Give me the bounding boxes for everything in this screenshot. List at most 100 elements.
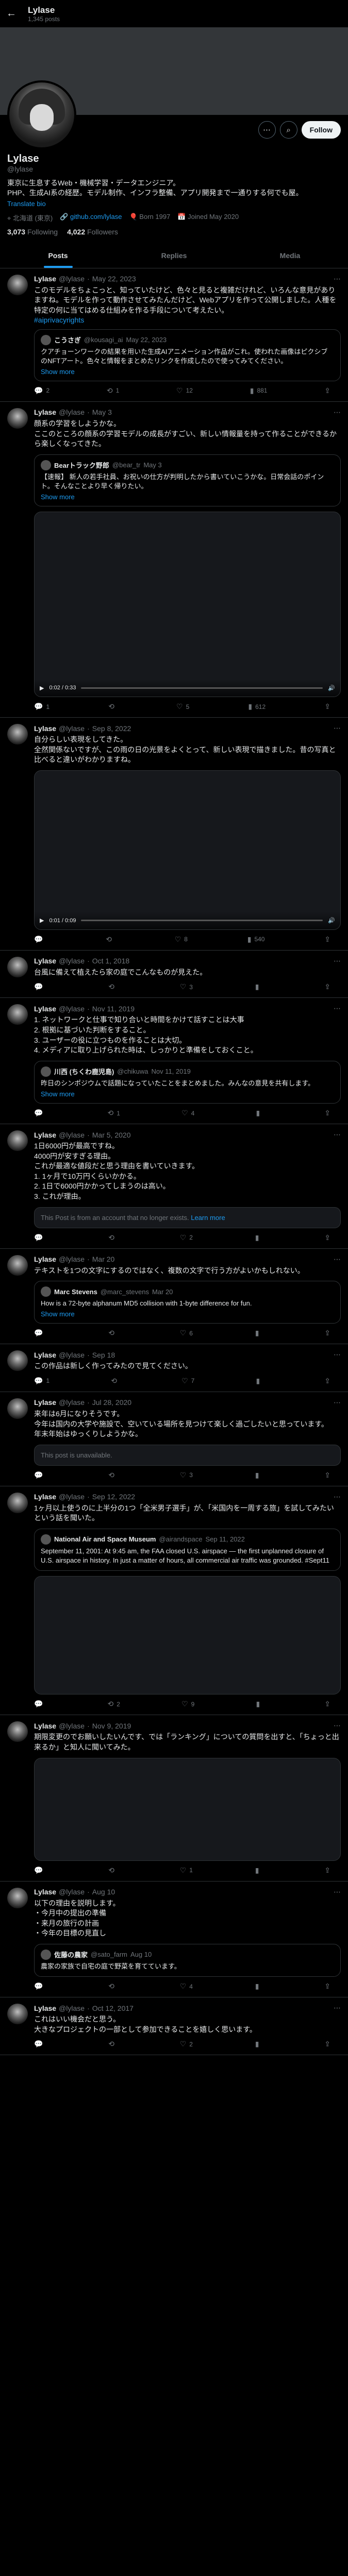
post-date[interactable]: Oct 12, 2017 [92,2004,134,2012]
like-button[interactable]: ♡ 6 [180,1329,193,1337]
post[interactable]: Lylase @lylase · Aug 10 ⋯ 以下の理由を説明します。 ・今月中の提… [0,1882,348,1998]
reply-button[interactable]: 💬 [34,1982,46,1991]
reply-button[interactable]: 💬 [34,935,46,944]
share-button[interactable]: ⇪ [324,386,330,395]
post-date[interactable]: Sep 8, 2022 [92,724,131,733]
video-controls[interactable]: ▶ 0:01 / 0:09 🔊 [35,911,340,929]
views-button[interactable]: ▮ 540 [247,935,265,944]
post[interactable]: Lylase @lylase · Sep 18 ⋯ この作品は新しく作ってみたので見てくだ… [0,1344,348,1392]
post[interactable]: Lylase @lylase · Sep 8, 2022 ⋯ 自分らしい表現をしてきた。 … [0,718,348,951]
repost-button[interactable]: ⟲ [108,1866,118,1875]
post[interactable]: Lylase @lylase · Sep 12, 2022 ⋯ 1ヶ月以上使うのに上半分の… [0,1486,348,1716]
like-button[interactable]: ♡ 12 [176,386,193,395]
quoted-post[interactable]: Bearトラック野郎 @bear_tr May 3 【速報】 新人の若手社員、お祝いの… [34,454,341,507]
post[interactable]: Lylase @lylase · May 3 ⋯ 顔系の学習をしようかな。 ここのところの… [0,402,348,718]
follow-button[interactable]: Follow [301,121,341,139]
tab-posts[interactable]: Posts [0,243,116,268]
play-icon[interactable]: ▶ [40,917,44,924]
repost-button[interactable]: ⟲ [108,1329,118,1337]
post-date[interactable]: Aug 10 [92,1888,115,1896]
post-more-icon[interactable]: ⋯ [334,724,341,733]
post[interactable]: Lylase @lylase · Nov 11, 2019 ⋯ 1. ネットワークと仕事で… [0,998,348,1125]
author-avatar[interactable] [7,1492,28,1513]
play-icon[interactable]: ▶ [40,685,44,691]
author-name[interactable]: Lylase [34,275,56,283]
author-name[interactable]: Lylase [34,1888,56,1896]
back-arrow-icon[interactable]: ← [6,8,16,20]
post-date[interactable]: Sep 18 [92,1351,115,1359]
post-date[interactable]: May 3 [92,408,112,416]
author-avatar[interactable] [7,408,28,429]
post-date[interactable]: Jul 28, 2020 [92,1398,131,1406]
reply-button[interactable]: 💬 [34,1109,46,1117]
views-button[interactable]: ▮ [256,1700,263,1708]
views-button[interactable]: ▮ [255,1233,262,1242]
repost-button[interactable]: ⟲ [108,982,118,991]
author-avatar[interactable] [7,956,28,977]
author-name[interactable]: Lylase [34,2004,56,2012]
views-button[interactable]: ▮ [255,1329,262,1337]
like-button[interactable]: ♡ 3 [180,1471,193,1480]
post-date[interactable]: Oct 1, 2018 [92,957,129,965]
following-stat[interactable]: 3,073 Following [7,228,58,236]
quoted-post[interactable]: National Air and Space Museum @airandspac… [34,1528,341,1571]
quoted-post[interactable]: こうさぎ @kousagi_ai May 22, 2023 クアチョーンワークの結果を… [34,329,341,381]
post-more-icon[interactable]: ⋯ [334,1350,341,1359]
post-more-icon[interactable]: ⋯ [334,1888,341,1896]
author-name[interactable]: Lylase [34,1131,56,1139]
post-media[interactable] [34,1757,341,1861]
author-name[interactable]: Lylase [34,408,56,416]
reply-button[interactable]: 💬 1 [34,702,49,711]
views-button[interactable]: ▮ [255,982,262,991]
show-more-link[interactable]: Show more [41,368,334,376]
quoted-post[interactable]: 川西 (ちくわ鹿児島) @chikuwa Nov 11, 2019 昨日のシンポジウム… [34,1060,341,1104]
post-more-icon[interactable]: ⋯ [334,2004,341,2012]
views-button[interactable]: ▮ [255,1982,262,1991]
like-button[interactable]: ♡ 4 [180,1982,193,1991]
like-button[interactable]: ♡ 7 [181,1377,194,1385]
translate-bio-link[interactable]: Translate bio [7,200,341,208]
author-name[interactable]: Lylase [34,1493,56,1501]
share-button[interactable]: ⇪ [324,2040,330,2048]
repost-button[interactable]: ⟲ [108,1982,118,1991]
views-button[interactable]: ▮ [255,2040,262,2048]
views-button[interactable]: ▮ [256,1109,263,1117]
author-avatar[interactable] [7,274,28,295]
repost-button[interactable]: ⟲ [108,702,118,711]
repost-button[interactable]: ⟲ [108,1471,118,1480]
show-more-link[interactable]: Show more [41,1310,334,1318]
post-media[interactable] [34,1576,341,1695]
author-name[interactable]: Lylase [34,1005,56,1013]
video-controls[interactable]: ▶ 0:02 / 0:33 🔊 [35,679,340,697]
repost-button[interactable]: ⟲ 2 [108,1700,120,1708]
post-more-icon[interactable]: ⋯ [334,275,341,283]
show-more-link[interactable]: Show more [41,1090,334,1098]
learn-more-link[interactable]: Learn more [191,1214,225,1222]
repost-button[interactable]: ⟲ [111,1377,120,1385]
like-button[interactable]: ♡ 8 [175,935,188,944]
post[interactable]: Lylase @lylase · Mar 5, 2020 ⋯ 1日6000円が最高ですね。… [0,1124,348,1249]
author-name[interactable]: Lylase [34,1351,56,1359]
post-more-icon[interactable]: ⋯ [334,1398,341,1407]
more-options-icon[interactable]: ⋯ [258,121,276,139]
share-button[interactable]: ⇪ [324,1377,330,1385]
author-name[interactable]: Lylase [34,724,56,733]
reply-button[interactable]: 💬 [34,1329,46,1337]
post[interactable]: Lylase @lylase · Nov 9, 2019 ⋯ 期限変更のでお願いしたいんで… [0,1715,348,1882]
author-name[interactable]: Lylase [34,1255,56,1263]
views-button[interactable]: ▮ [255,1471,262,1480]
tab-media[interactable]: Media [232,243,348,268]
search-icon[interactable]: ⌕ [279,121,297,139]
like-button[interactable]: ♡ 4 [181,1109,194,1117]
share-button[interactable]: ⇪ [324,1109,330,1117]
post[interactable]: Lylase @lylase · Oct 12, 2017 ⋯ これはいい機会だと思う。 … [0,1997,348,2056]
author-avatar[interactable] [7,1130,28,1151]
post-date[interactable]: Sep 12, 2022 [92,1493,135,1501]
post-more-icon[interactable]: ⋯ [334,1255,341,1264]
author-avatar[interactable] [7,1004,28,1025]
post-more-icon[interactable]: ⋯ [334,1004,341,1013]
like-button[interactable]: ♡ 1 [180,1866,193,1875]
post-more-icon[interactable]: ⋯ [334,1493,341,1501]
post-date[interactable]: May 22, 2023 [92,275,136,283]
author-name[interactable]: Lylase [34,957,56,965]
